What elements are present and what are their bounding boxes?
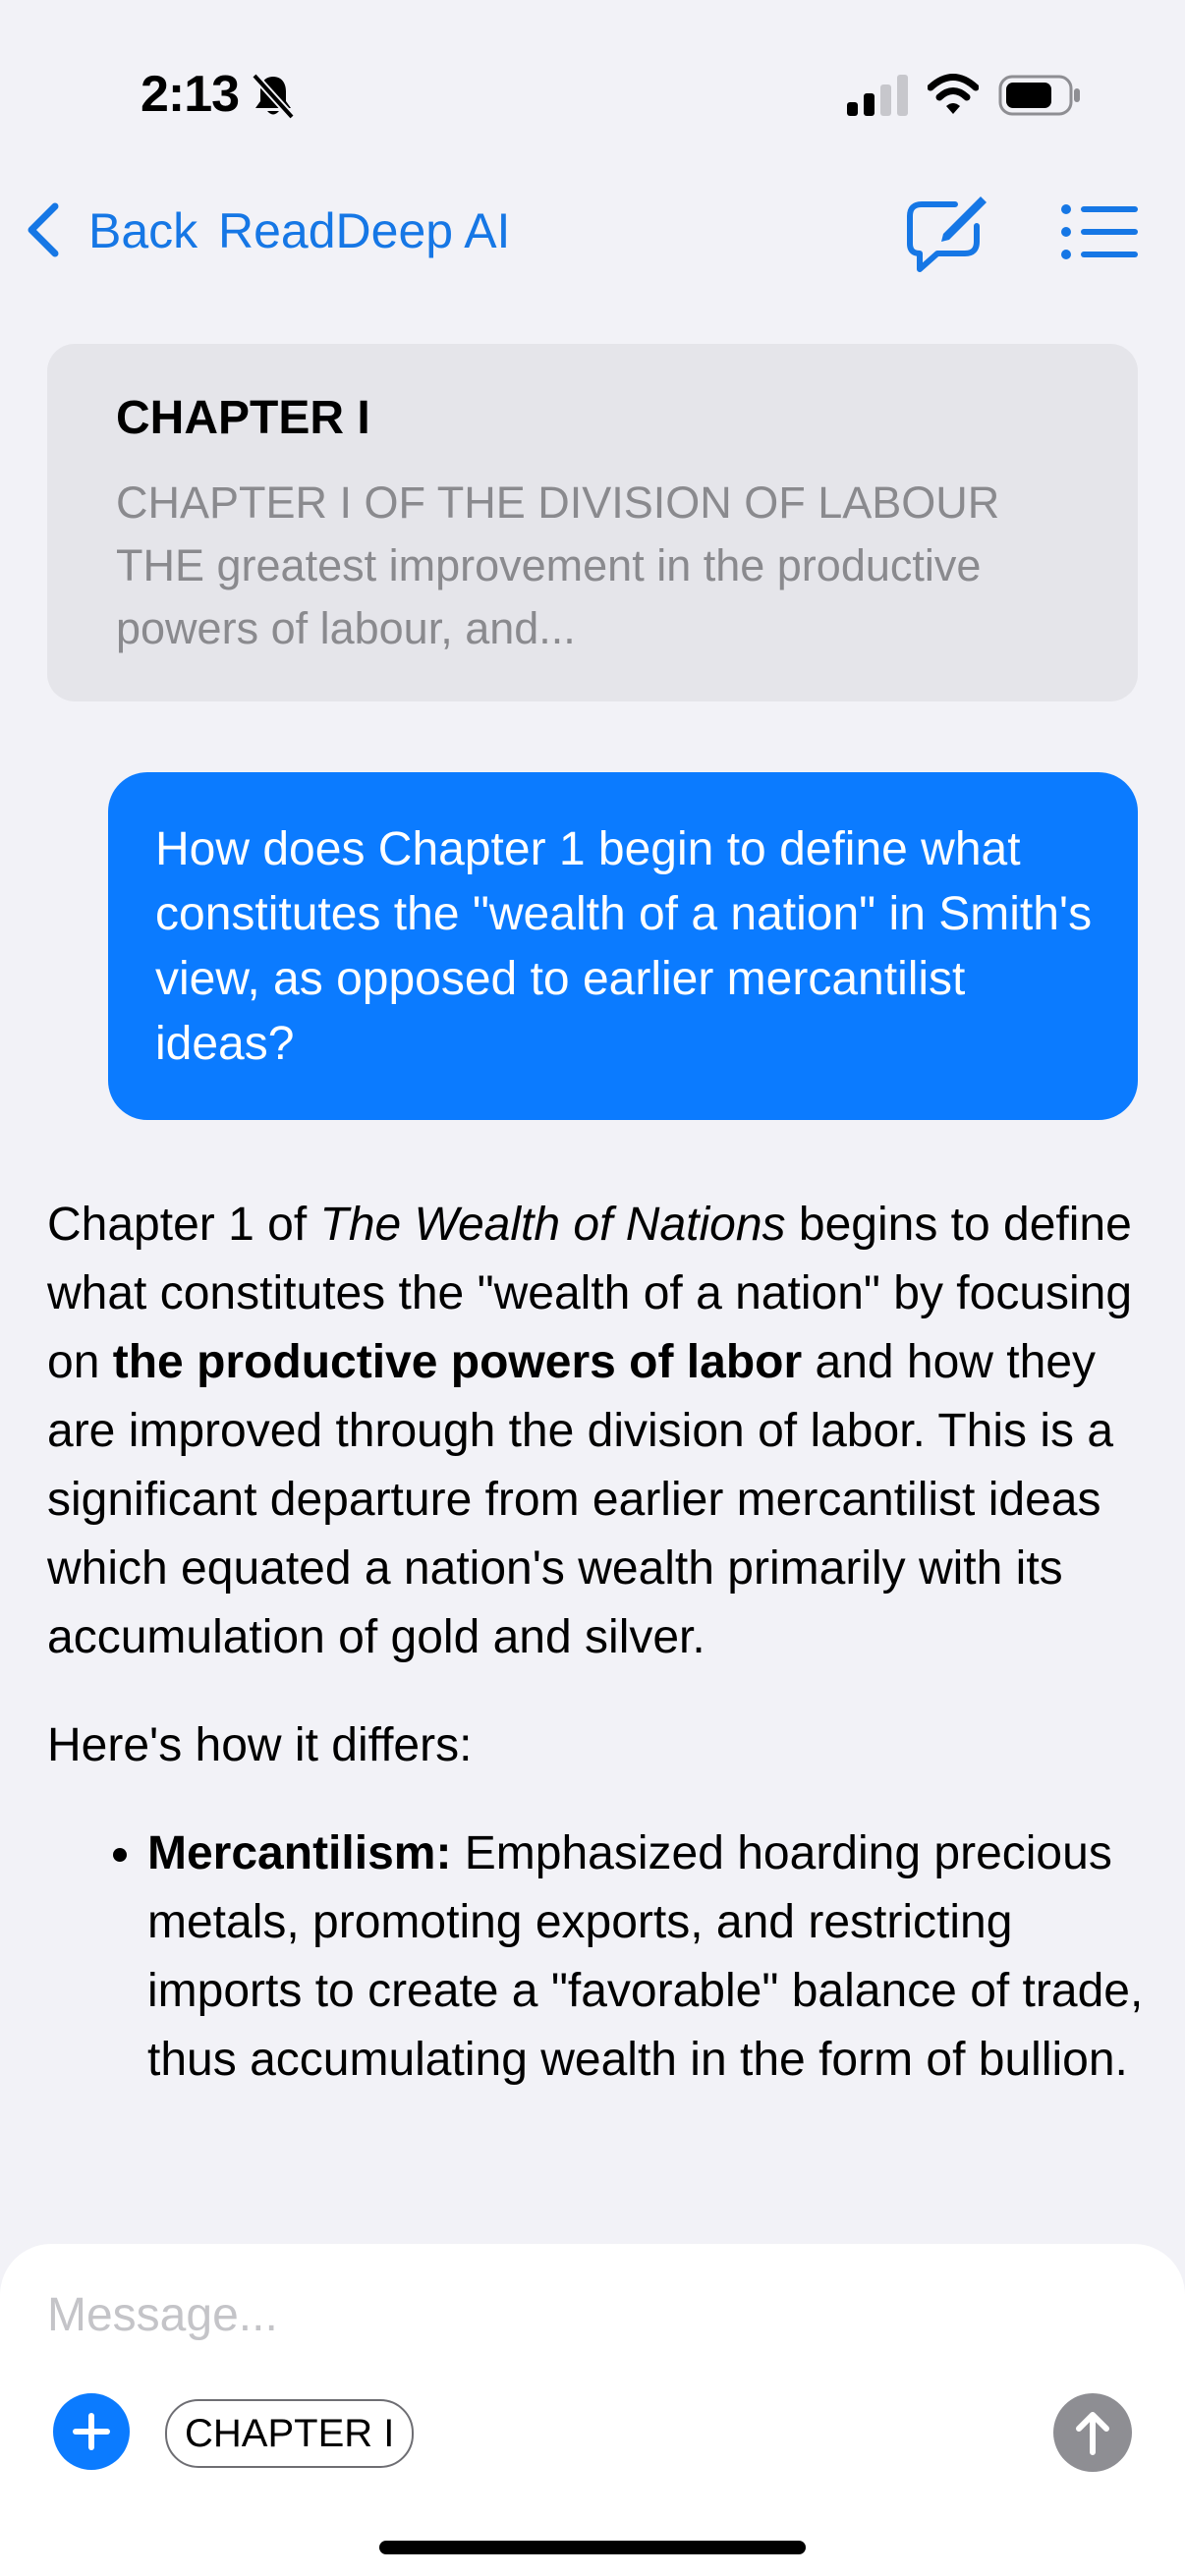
user-message-text: How does Chapter 1 begin to define what … bbox=[155, 823, 1093, 1070]
cellular-signal-icon bbox=[847, 75, 908, 116]
home-indicator bbox=[379, 2541, 806, 2554]
chapter-title: CHAPTER I bbox=[116, 392, 370, 444]
assistant-answer: Chapter 1 of The Wealth of Nations begin… bbox=[47, 1191, 1148, 2095]
list-item: Mercantilism: Emphasized hoarding precio… bbox=[147, 1820, 1148, 2095]
bullet-term: Mercantilism: bbox=[147, 1827, 452, 1879]
compose-icon[interactable] bbox=[904, 191, 990, 275]
answer-bullet-list: Mercantilism: Emphasized hoarding precio… bbox=[47, 1820, 1148, 2095]
chevron-left-icon[interactable] bbox=[24, 200, 63, 259]
send-button[interactable] bbox=[1053, 2393, 1132, 2472]
chapter-excerpt: CHAPTER I OF THE DIVISION OF LABOUR THE … bbox=[116, 477, 1000, 653]
wifi-icon bbox=[928, 74, 979, 114]
chapter-context-chip[interactable]: CHAPTER I bbox=[165, 2399, 415, 2468]
page-title: ReadDeep AI bbox=[218, 203, 511, 258]
emphasis-text: the productive powers of labor bbox=[112, 1336, 803, 1388]
list-icon[interactable] bbox=[1061, 204, 1138, 259]
status-time: 2:13 bbox=[141, 66, 240, 123]
book-title: The Wealth of Nations bbox=[319, 1199, 786, 1251]
answer-paragraph: Chapter 1 of The Wealth of Nations begin… bbox=[47, 1199, 1133, 1663]
plus-icon bbox=[73, 2413, 110, 2450]
battery-icon bbox=[998, 75, 1080, 116]
bell-slash-icon bbox=[252, 73, 295, 120]
message-input[interactable] bbox=[47, 2285, 931, 2344]
add-attachment-button[interactable] bbox=[53, 2393, 130, 2470]
back-button[interactable]: Back bbox=[88, 202, 198, 259]
answer-paragraph: Here's how it differs: bbox=[47, 1719, 473, 1771]
arrow-up-icon bbox=[1076, 2412, 1109, 2455]
